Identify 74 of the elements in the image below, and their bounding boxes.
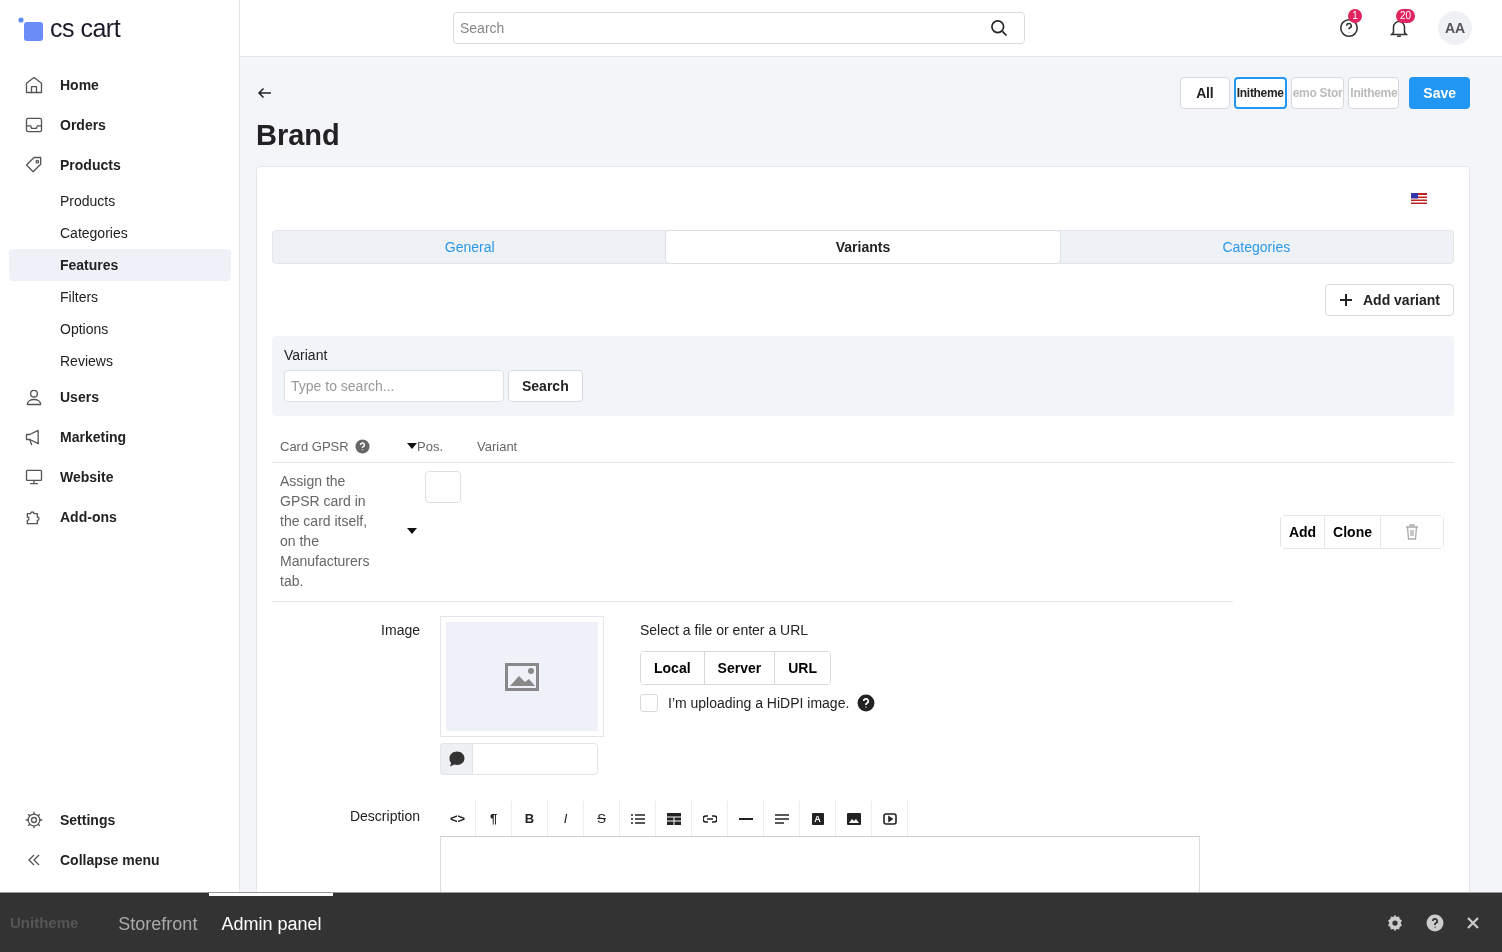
tag-icon	[24, 155, 44, 175]
flag-icon[interactable]	[1411, 193, 1427, 204]
list-icon	[630, 812, 645, 825]
user-icon	[24, 387, 44, 407]
close-icon[interactable]	[1466, 915, 1480, 930]
avatar[interactable]: AA	[1438, 11, 1472, 45]
nav-subitem[interactable]: Reviews	[9, 345, 231, 377]
checkbox-label: I’m uploading a HiDPI image.	[668, 695, 850, 711]
mode-tab[interactable]: Storefront	[106, 893, 210, 952]
storefront-button[interactable]: All	[1179, 77, 1230, 109]
checkbox[interactable]	[640, 694, 658, 712]
variant-search-field[interactable]: Type to search...	[284, 370, 504, 402]
nav-subitem[interactable]: Categories	[9, 217, 231, 249]
count-badge: 1	[1348, 9, 1362, 23]
settings-icon[interactable]	[1386, 913, 1404, 932]
toolbar-button[interactable]: ¶	[476, 801, 512, 836]
toolbar-button[interactable]: S	[584, 801, 620, 836]
nav-item[interactable]: Add-ons	[9, 497, 231, 537]
image-icon	[846, 812, 861, 825]
monitor-icon	[24, 467, 44, 487]
nav-item[interactable]: Settings	[9, 800, 231, 840]
storefront-button[interactable]: Initheme	[1233, 77, 1287, 109]
settings-icon	[24, 810, 44, 830]
caret-icon[interactable]	[407, 528, 417, 534]
nav-subitem[interactable]: Features	[9, 249, 231, 281]
caret-icon[interactable]	[407, 443, 417, 449]
help-icon[interactable]	[1426, 913, 1444, 932]
alt-text-field[interactable]	[472, 743, 598, 775]
description-label: Description	[348, 807, 421, 826]
upload-prompt: Select a file or enter a URL	[640, 622, 810, 638]
nav-item[interactable]: Home	[9, 65, 231, 105]
nav-subitem[interactable]: Filters	[9, 281, 231, 313]
tab[interactable]: Variants	[666, 231, 1060, 263]
toolbar-button[interactable]: B	[512, 801, 548, 836]
align-icon	[774, 812, 789, 825]
logo-icon	[18, 16, 44, 41]
toolbar-button[interactable]: I	[548, 801, 584, 836]
link-icon	[702, 813, 717, 824]
toolbar-button[interactable]: A	[800, 801, 836, 836]
nav-subitem[interactable]: Products	[9, 185, 231, 217]
row-action-button[interactable]: Add	[1280, 516, 1326, 548]
column-header: Pos.	[417, 438, 444, 454]
search-button[interactable]: Search	[508, 370, 583, 402]
nav-item[interactable]: Collapse menu	[9, 840, 231, 880]
logo-text: cs cart	[50, 14, 121, 43]
plus-icon	[1339, 293, 1353, 307]
video-icon	[882, 812, 897, 825]
add-variant-button[interactable]: Add variant	[1325, 284, 1454, 316]
toolbar-button[interactable]: <>	[440, 801, 476, 836]
nav-item[interactable]: Users	[9, 377, 231, 417]
search-field[interactable]: Search	[453, 12, 1025, 44]
image-icon	[505, 662, 539, 691]
page-title: Brand	[256, 119, 341, 152]
inbox-icon	[24, 115, 44, 135]
help-icon[interactable]	[857, 694, 876, 712]
position-field[interactable]	[425, 471, 461, 503]
help-icon[interactable]	[1338, 17, 1360, 39]
nav-item[interactable]: Website	[9, 457, 231, 497]
column-header: Variant	[477, 438, 518, 454]
search-icon	[989, 18, 1009, 38]
nav-item[interactable]: Marketing	[9, 417, 231, 457]
source-button[interactable]: Local	[641, 652, 705, 684]
table-cell-text: Assign the GPSR card in the card itself, on the Manufacturers tab.	[280, 472, 371, 591]
home-icon	[24, 75, 44, 95]
mode-tab[interactable]: Admin panel	[209, 893, 334, 952]
nav-item[interactable]: Products	[9, 145, 231, 185]
image-label: Image	[380, 621, 421, 640]
count-badge: 20	[1396, 9, 1416, 23]
nav-subitem[interactable]: Options	[9, 313, 231, 345]
comment-icon	[447, 750, 466, 768]
column-header: Card GPSR	[280, 438, 349, 454]
table-icon	[666, 812, 681, 825]
nav-item[interactable]: Orders	[9, 105, 231, 145]
filter-label: Variant	[284, 347, 329, 363]
